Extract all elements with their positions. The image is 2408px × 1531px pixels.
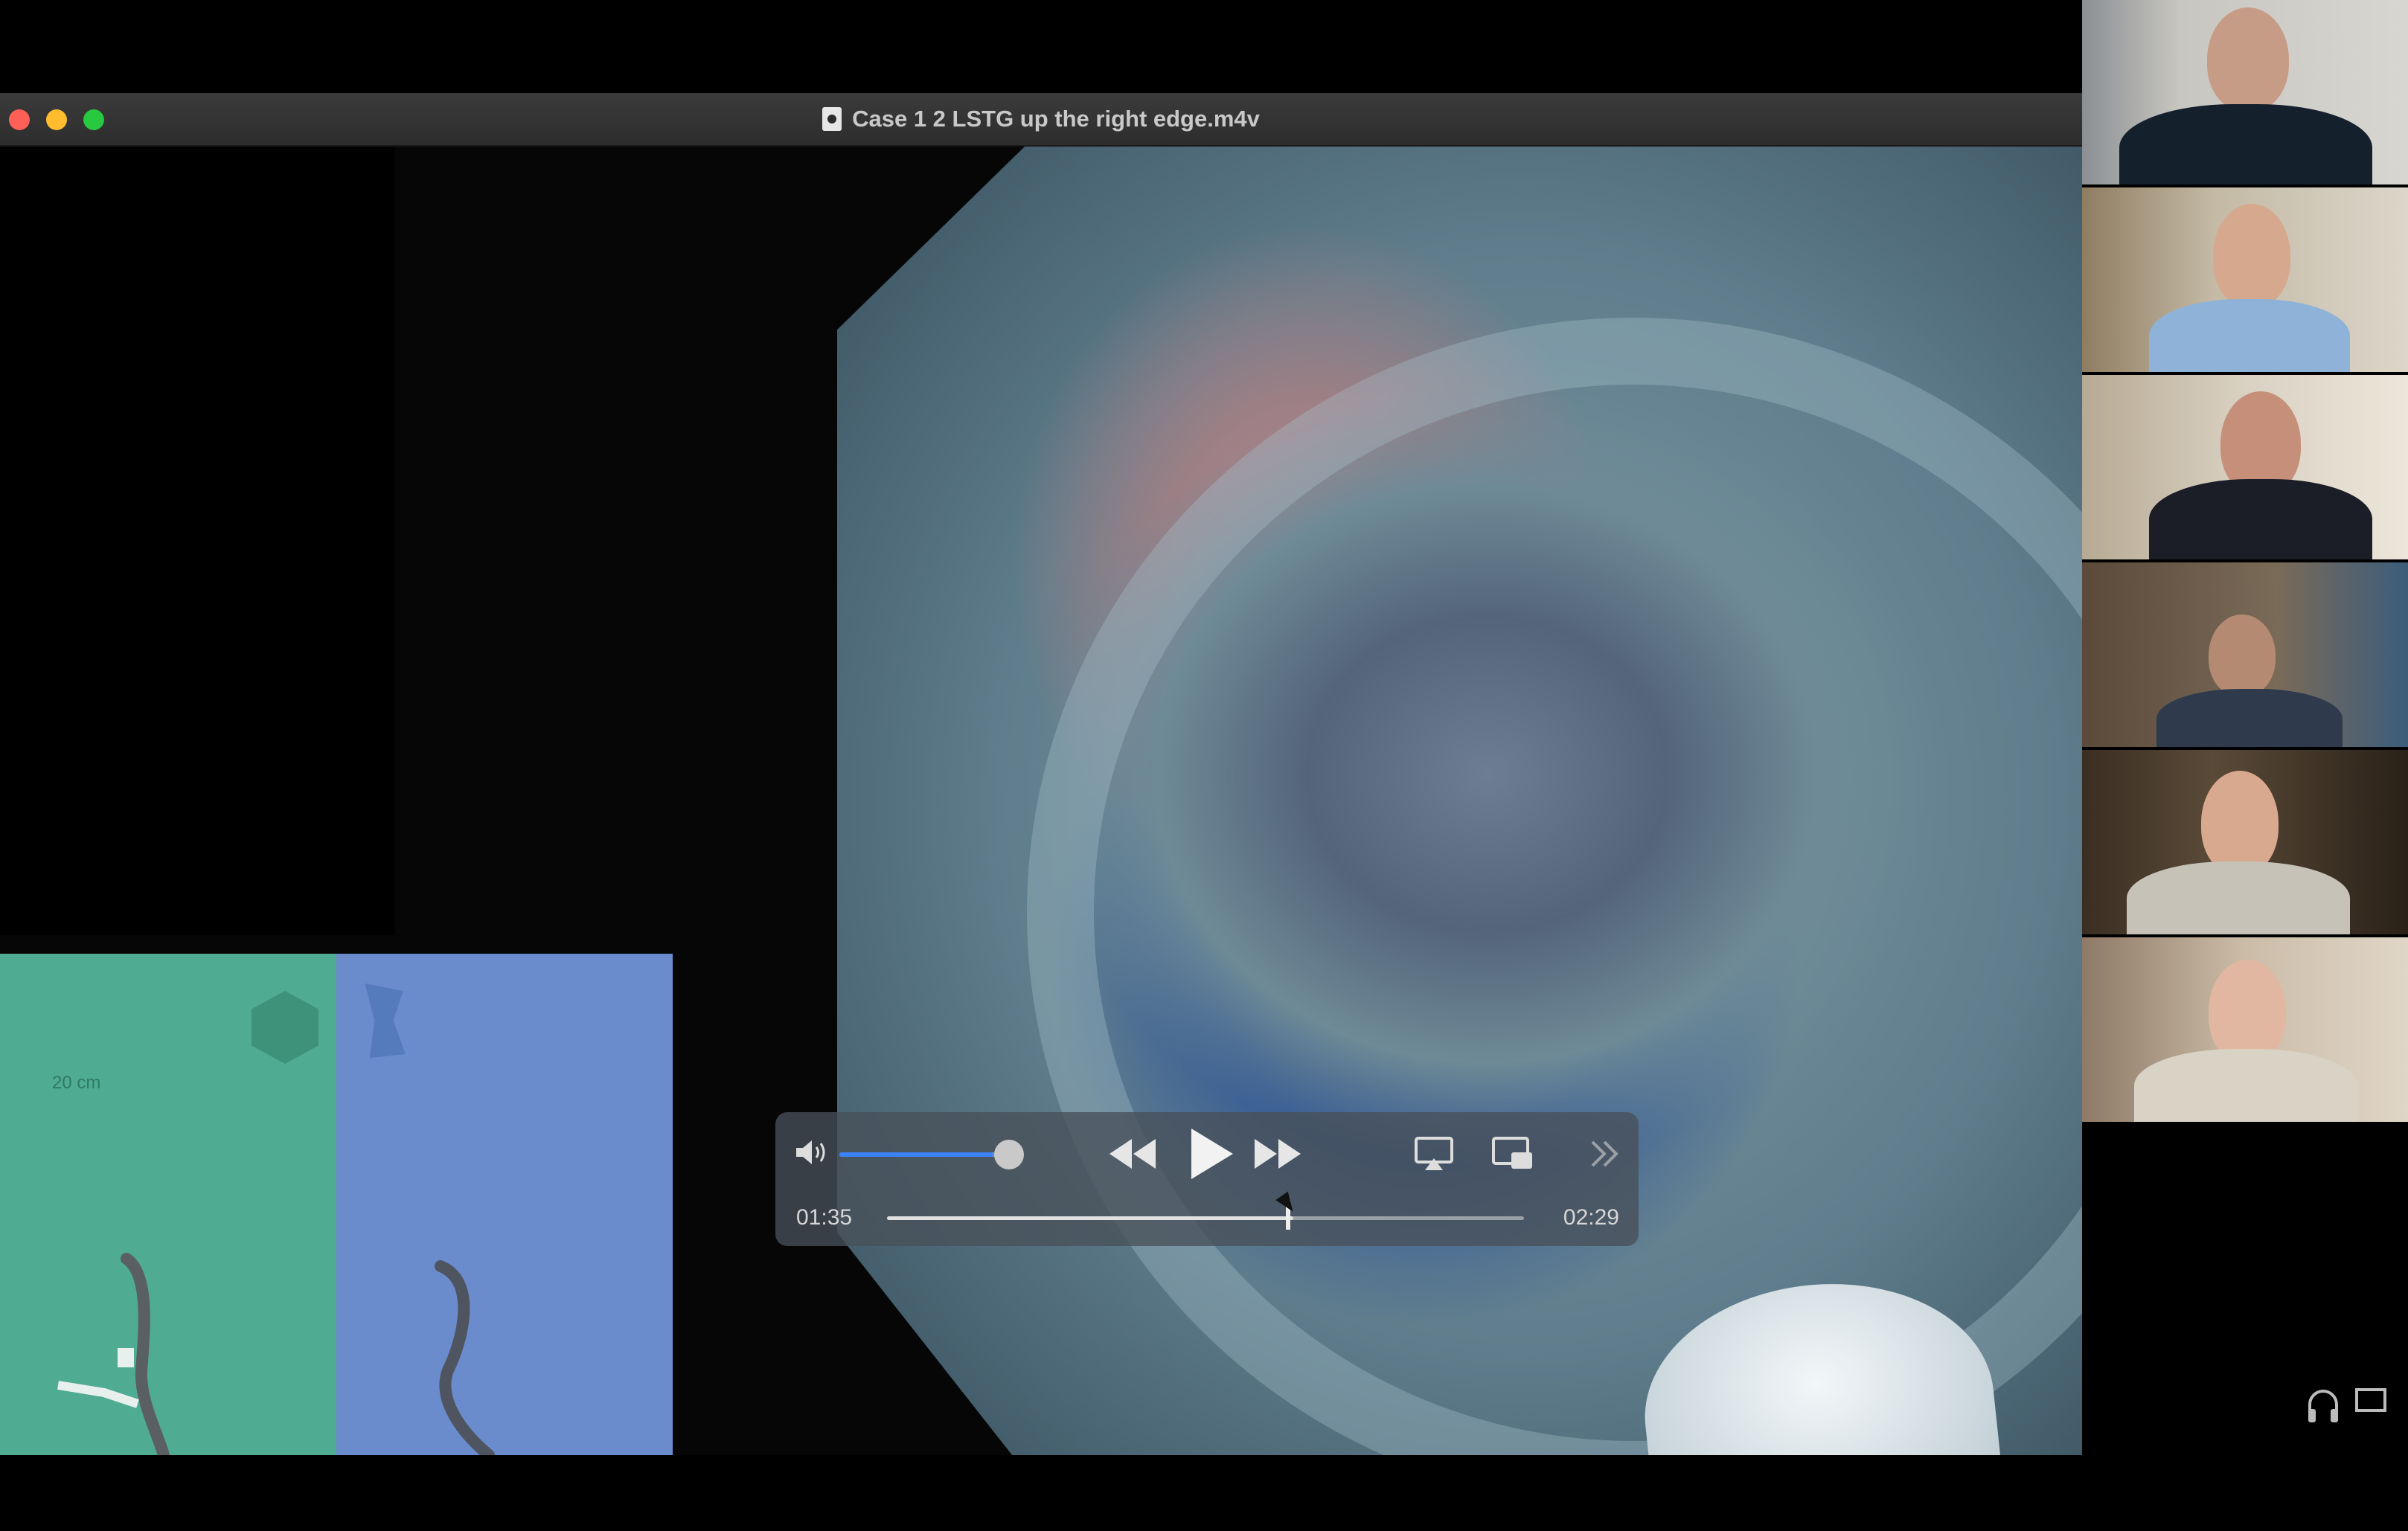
current-time: 01:35 — [796, 1205, 853, 1230]
window-title: Case 1 2 LSTG up the right edge.m4v — [852, 106, 1260, 132]
chevron-double-right-icon[interactable] — [1586, 1136, 1622, 1172]
participant-body — [2149, 479, 2372, 559]
participant-body — [2134, 1049, 2357, 1122]
participant-body — [2156, 689, 2343, 747]
scope-position-map-right — [336, 954, 673, 1455]
participant-gallery — [2082, 0, 2408, 1125]
progress-played — [887, 1216, 1294, 1220]
scope-position-map-left: 20 cm — [0, 954, 336, 1455]
black-video-region — [0, 147, 394, 935]
rewind-icon[interactable] — [1107, 1134, 1159, 1173]
headphones-icon[interactable] — [2305, 1385, 2341, 1427]
airplay-icon[interactable] — [1414, 1136, 1454, 1172]
participant-tile[interactable] — [2082, 750, 2408, 937]
participant-tile[interactable] — [2082, 0, 2408, 187]
volume-knob[interactable] — [994, 1140, 1024, 1169]
speaker-icon[interactable] — [793, 1137, 830, 1167]
play-icon[interactable] — [1181, 1126, 1240, 1182]
participant-face — [2201, 771, 2279, 875]
total-time: 02:29 — [1563, 1205, 1619, 1230]
participant-body — [2119, 104, 2372, 184]
corner-icons — [2305, 1385, 2387, 1427]
participant-tile[interactable] — [2082, 187, 2408, 375]
participant-tile[interactable] — [2082, 375, 2408, 562]
document-icon — [822, 107, 842, 131]
fast-forward-icon[interactable] — [1252, 1134, 1304, 1173]
participant-face — [2207, 7, 2289, 112]
scope-path-right-icon — [435, 1260, 495, 1455]
participant-tile[interactable] — [2082, 562, 2408, 750]
volume-level — [839, 1152, 993, 1157]
participant-face — [2209, 960, 2286, 1064]
volume-slider[interactable] — [839, 1152, 1011, 1157]
participant-face — [2209, 614, 2276, 696]
screen-icon[interactable] — [2354, 1385, 2387, 1415]
participant-face — [2213, 204, 2290, 308]
video-frame[interactable]: 20 cm — [0, 147, 2082, 1455]
progress-scrubber[interactable] — [887, 1216, 1524, 1220]
picture-in-picture-icon[interactable] — [1491, 1136, 1534, 1172]
playback-controls[interactable]: 01:35 02:29 — [775, 1112, 1639, 1246]
video-player-window: Case 1 2 LSTG up the right edge.m4v 20 c… — [0, 93, 2082, 1455]
participant-body — [2149, 299, 2350, 372]
participant-tile[interactable] — [2082, 937, 2408, 1125]
participant-body — [2127, 861, 2350, 934]
scope-path-left-icon — [57, 1253, 170, 1455]
title-bar[interactable]: Case 1 2 LSTG up the right edge.m4v — [0, 93, 2082, 147]
